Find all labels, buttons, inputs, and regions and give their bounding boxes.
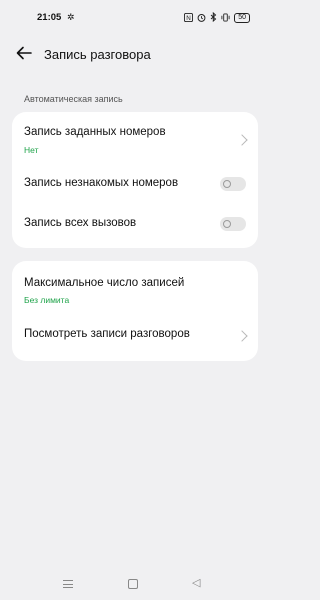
settings-gear-icon: ✲ [67, 12, 75, 22]
back-arrow-icon[interactable] [14, 43, 34, 63]
battery-icon: 50 [234, 13, 250, 23]
status-bar: 21:05 ✲ N 50 [0, 0, 270, 34]
max-records-row[interactable]: Максимальное число записей Без лимита [12, 261, 258, 311]
record-all-calls-toggle[interactable] [220, 217, 246, 231]
status-time: 21:05 [37, 12, 62, 23]
menu-icon[interactable] [63, 580, 73, 591]
back-triangle-icon[interactable]: ◁ [192, 576, 200, 589]
chevron-right-icon [236, 330, 248, 342]
view-recordings-row[interactable]: Посмотреть записи разговоров [12, 319, 258, 351]
row-title: Посмотреть записи разговоров [24, 328, 190, 340]
chevron-right-icon [236, 134, 248, 146]
page-title: Запись разговора [44, 47, 151, 62]
auto-record-card: Запись заданных номеров Нет Запись незна… [12, 112, 258, 248]
record-unknown-numbers-toggle[interactable] [220, 177, 246, 191]
records-card: Максимальное число записей Без лимита По… [12, 261, 258, 361]
row-title: Максимальное число записей [24, 277, 185, 289]
row-subtitle: Без лимита [24, 295, 70, 305]
navigation-bar: ◁ [0, 570, 270, 600]
status-icons: N 50 [184, 11, 250, 24]
row-title: Запись незнакомых номеров [24, 177, 179, 189]
vibrate-icon [221, 12, 230, 24]
home-icon[interactable] [128, 579, 138, 589]
row-subtitle: Нет [24, 145, 39, 155]
bluetooth-icon [210, 11, 217, 24]
section-label: Автоматическая запись [24, 94, 123, 104]
header: Запись разговора [0, 38, 270, 72]
nfc-icon: N [184, 12, 194, 24]
record-unknown-numbers-row[interactable]: Запись незнакомых номеров [12, 168, 258, 200]
record-specified-numbers-row[interactable]: Запись заданных номеров Нет [12, 112, 258, 162]
alarm-icon [197, 13, 206, 24]
svg-text:N: N [186, 14, 191, 21]
row-title: Запись заданных номеров [24, 126, 166, 138]
record-all-calls-row[interactable]: Запись всех вызовов [12, 208, 258, 240]
row-title: Запись всех вызовов [24, 217, 137, 229]
